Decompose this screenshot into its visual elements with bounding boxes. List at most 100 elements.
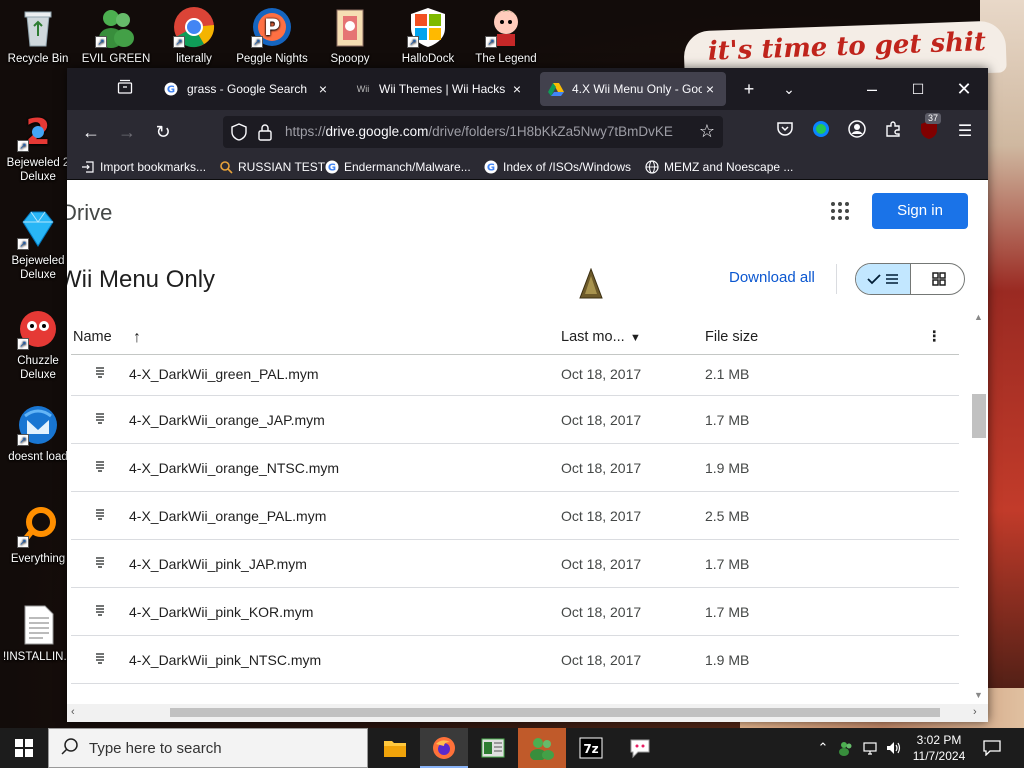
svg-text:G: G: [328, 163, 336, 174]
column-header-file-size[interactable]: File size: [705, 329, 758, 345]
list-view-button[interactable]: [856, 264, 911, 294]
profile-button[interactable]: [845, 120, 869, 144]
ublock-origin-button[interactable]: 37: [917, 113, 942, 144]
taskbar-app-window[interactable]: [469, 728, 517, 768]
list-all-tabs-button[interactable]: ⌄: [767, 68, 811, 110]
desktop-icon-chuzzle[interactable]: ↗ Chuzzle Deluxe: [0, 308, 76, 382]
desktop-icon-evil-green[interactable]: ↗ EVIL GREEN: [78, 6, 154, 66]
close-tab-icon[interactable]: ×: [702, 81, 718, 97]
app-menu-button[interactable]: ☰: [953, 120, 977, 144]
download-all-button[interactable]: Download all: [729, 269, 815, 286]
sort-caret-down-icon[interactable]: ▼: [630, 332, 641, 344]
globe-icon: [645, 160, 659, 174]
file-row[interactable]: 4-X_DarkWii_orange_PAL.mym Oct 18, 2017 2.…: [71, 492, 959, 540]
bookmark-endermanch-malware[interactable]: G Endermanch/Malware...: [325, 157, 471, 177]
extension-badge: 37: [925, 113, 942, 124]
scroll-right-arrow-icon[interactable]: ›: [973, 706, 977, 718]
minimize-button[interactable]: –: [850, 68, 894, 110]
show-hidden-icons-button[interactable]: ⌃: [814, 728, 832, 768]
desktop-icon-installin[interactable]: !INSTALLIN...: [0, 604, 76, 664]
tab-grass-google-search[interactable]: G grass - Google Search ×: [155, 72, 339, 106]
reload-button[interactable]: ↻: [149, 118, 177, 146]
file-row[interactable]: 4-X_DarkWii_orange_NTSC.mym Oct 18, 2017 1…: [71, 444, 959, 492]
close-window-button[interactable]: ✕: [942, 68, 986, 110]
desktop-icon-recycle-bin[interactable]: Recycle Bin: [0, 6, 76, 66]
bookmark-label: Endermanch/Malware...: [344, 160, 471, 174]
everything-search-icon: ↗: [17, 506, 59, 548]
vertical-scrollbar[interactable]: ▲ ▼: [970, 310, 988, 704]
pocket-button[interactable]: [773, 120, 797, 144]
bookmark-import[interactable]: Import bookmarks...: [81, 157, 206, 177]
bookmark-memz-noescape[interactable]: MEMZ and Noescape ...: [645, 157, 793, 177]
drive-logo-text[interactable]: Drive: [67, 200, 112, 226]
column-header-name[interactable]: Name: [73, 329, 112, 345]
desktop-icon-hallodock[interactable]: ↗ HalloDock: [390, 6, 466, 66]
desktop-icon-doesnt-load[interactable]: ↗ doesnt load: [0, 404, 76, 464]
desktop-icon-the-legend[interactable]: ↗ The Legend: [468, 6, 544, 66]
back-button[interactable]: ←: [77, 118, 105, 146]
view-toggle[interactable]: [855, 263, 965, 295]
shield-icon: [231, 123, 247, 146]
tab-wii-themes[interactable]: Wii Wii Themes | Wii Hacks Gu ×: [347, 72, 533, 106]
desktop-icon-everything[interactable]: ↗ Everything: [0, 506, 76, 566]
taskbar-7zip[interactable]: 7z: [567, 728, 615, 768]
tab-list-button[interactable]: [111, 76, 139, 104]
minimize-icon: –: [866, 79, 877, 99]
account-sync-button[interactable]: [809, 120, 833, 144]
taskbar-file-explorer[interactable]: [371, 728, 419, 768]
horizontal-scrollbar[interactable]: ‹ ›: [67, 704, 988, 722]
sort-arrow-up-icon[interactable]: ↑: [133, 329, 141, 347]
tray-volume[interactable]: [883, 728, 903, 768]
taskbar-firefox[interactable]: [420, 728, 468, 768]
bookmark-label: MEMZ and Noescape ...: [664, 160, 794, 174]
url-bar[interactable]: https://drive.google.com/drive/folders/1…: [223, 116, 723, 148]
file-row[interactable]: 4-X_DarkWii_pink_NTSC.mym Oct 18, 2017 1.9…: [71, 636, 959, 684]
app-window-icon: [481, 738, 505, 758]
desktop-icon-peggle-nights[interactable]: P ↗ Peggle Nights: [234, 6, 310, 66]
start-button[interactable]: [0, 728, 48, 768]
tray-network[interactable]: [860, 728, 880, 768]
tab-4x-wii-menu-only[interactable]: 4.X Wii Menu Only - Goog ×: [540, 72, 726, 106]
grid-view-button[interactable]: [911, 264, 964, 294]
taskbar-messenger[interactable]: [518, 728, 566, 768]
close-tab-icon[interactable]: ×: [315, 81, 331, 97]
more-options-icon[interactable]: ⋮: [927, 329, 942, 345]
file-generic-icon: [95, 460, 105, 474]
desktop-icon-label: Recycle Bin: [7, 53, 69, 65]
bookmark-star-icon[interactable]: ☆: [699, 121, 715, 142]
scroll-up-arrow-icon[interactable]: ▲: [974, 312, 983, 322]
desktop-icon-spoopy[interactable]: Spoopy: [312, 6, 388, 66]
speaker-icon: [887, 742, 901, 754]
taskbar-search-box[interactable]: Type here to search: [48, 728, 368, 768]
system-clock[interactable]: 3:02 PM 11/7/2024: [906, 732, 972, 764]
bookmark-russian-test[interactable]: RUSSIAN TEST: [219, 157, 325, 177]
scrollbar-thumb[interactable]: [170, 708, 940, 717]
file-row[interactable]: 4-X_DarkWii_pink_KOR.mym Oct 18, 2017 1.7 …: [71, 588, 959, 636]
extensions-button[interactable]: [881, 120, 905, 144]
desktop-icon-literally[interactable]: ↗ literally: [156, 6, 232, 66]
file-name: 4-X_DarkWii_orange_JAP.mym: [129, 412, 325, 428]
scroll-down-arrow-icon[interactable]: ▼: [974, 690, 983, 700]
sign-in-button[interactable]: Sign in: [872, 193, 968, 229]
column-header-last-modified[interactable]: Last mo...: [561, 329, 625, 345]
new-tab-button[interactable]: +: [727, 68, 771, 110]
google-apps-icon[interactable]: [831, 202, 849, 220]
maximize-button[interactable]: ☐: [896, 68, 940, 110]
bookmark-index-isos-windows[interactable]: G Index of /ISOs/Windows: [484, 157, 631, 177]
text-file-icon: [17, 604, 59, 646]
scroll-left-arrow-icon[interactable]: ‹: [71, 706, 75, 718]
url-text[interactable]: https://drive.google.com/drive/folders/1…: [285, 124, 685, 139]
file-row[interactable]: 4-X_DarkWii_pink_JAP.mym Oct 18, 2017 1.7 …: [71, 540, 959, 588]
close-tab-icon[interactable]: ×: [509, 81, 525, 97]
desktop-icon-bejeweled-2[interactable]: 2 ↗ Bejeweled 2 Deluxe: [0, 110, 76, 184]
scrollbar-thumb[interactable]: [972, 394, 986, 438]
desktop-icon-bejeweled[interactable]: ↗ Bejeweled Deluxe: [0, 208, 76, 282]
taskbar-chat-app[interactable]: [616, 728, 664, 768]
file-generic-icon: [95, 556, 105, 570]
puzzle-piece-icon: [886, 121, 900, 137]
forward-button[interactable]: →: [113, 118, 141, 146]
file-row[interactable]: 4-X_DarkWii_green_PAL.mym Oct 18, 2017 2.1…: [71, 355, 959, 396]
file-row[interactable]: 4-X_DarkWii_orange_JAP.mym Oct 18, 2017 1.…: [71, 396, 959, 444]
notification-center-button[interactable]: [980, 728, 1004, 768]
tray-messenger[interactable]: [836, 728, 856, 768]
